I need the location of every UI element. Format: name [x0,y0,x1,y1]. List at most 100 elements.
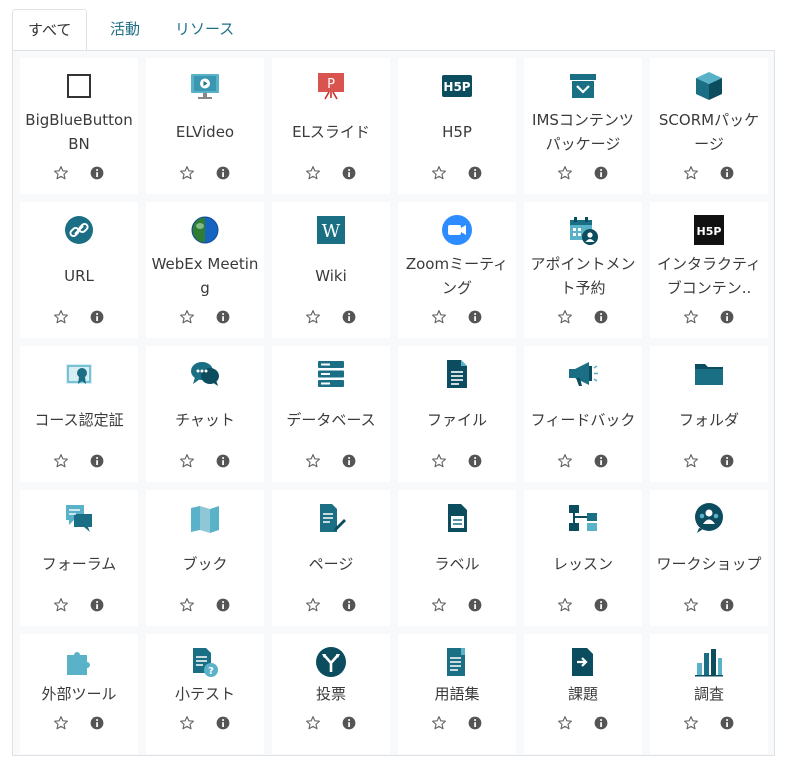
info-circle-icon[interactable] [718,452,736,470]
tab-resources[interactable]: リソース [160,9,249,50]
assignment-icon [524,646,642,678]
info-circle-icon[interactable] [466,164,484,182]
module-card[interactable]: フィードバック [524,346,642,482]
info-circle-icon[interactable] [592,308,610,326]
module-card[interactable]: ELVideo [146,58,264,194]
module-card[interactable]: 用語集 [398,634,516,754]
star-outline-icon[interactable] [682,164,700,182]
star-outline-icon[interactable] [304,308,322,326]
star-outline-icon[interactable] [556,308,574,326]
info-circle-icon[interactable] [340,596,358,614]
module-actions [398,596,516,616]
info-circle-icon[interactable] [592,452,610,470]
info-circle-icon[interactable] [592,164,610,182]
info-circle-icon[interactable] [718,164,736,182]
module-card[interactable]: データベース [272,346,390,482]
module-card[interactable]: 投票 [272,634,390,754]
star-outline-icon[interactable] [52,164,70,182]
info-circle-icon[interactable] [88,308,106,326]
module-card[interactable]: ファイル [398,346,516,482]
star-outline-icon[interactable] [430,714,448,732]
star-outline-icon[interactable] [52,452,70,470]
info-circle-icon[interactable] [466,452,484,470]
info-circle-icon[interactable] [592,596,610,614]
star-outline-icon[interactable] [178,452,196,470]
module-card[interactable]: Zoomミーティング [398,202,516,338]
info-circle-icon[interactable] [718,714,736,732]
module-card[interactable]: アポイントメント予約 [524,202,642,338]
star-outline-icon[interactable] [430,308,448,326]
module-card[interactable]: WebEx Meeting [146,202,264,338]
info-circle-icon[interactable] [718,308,736,326]
info-circle-icon[interactable] [466,596,484,614]
module-card[interactable]: チャット [146,346,264,482]
star-outline-icon[interactable] [178,164,196,182]
webex-icon [146,214,264,246]
module-card[interactable]: 外部ツール [20,634,138,754]
info-circle-icon[interactable] [88,164,106,182]
star-outline-icon[interactable] [682,714,700,732]
star-outline-icon[interactable] [304,714,322,732]
module-name: ELスライド [292,123,370,141]
info-circle-icon[interactable] [214,308,232,326]
module-card[interactable]: P ELスライド [272,58,390,194]
star-outline-icon[interactable] [178,596,196,614]
module-card[interactable]: コース認定証 [20,346,138,482]
star-outline-icon[interactable] [430,596,448,614]
star-outline-icon[interactable] [682,452,700,470]
module-card[interactable]: BigBlueButtonBN [20,58,138,194]
info-circle-icon[interactable] [340,308,358,326]
module-name: ラベル [434,555,480,573]
info-circle-icon[interactable] [340,714,358,732]
page-icon [272,502,390,534]
info-circle-icon[interactable] [466,714,484,732]
star-outline-icon[interactable] [430,452,448,470]
module-card[interactable]: URL [20,202,138,338]
module-card[interactable]: ラベル [398,490,516,626]
module-card[interactable]: レッスン [524,490,642,626]
info-circle-icon[interactable] [88,714,106,732]
star-outline-icon[interactable] [52,308,70,326]
info-circle-icon[interactable] [592,714,610,732]
module-card[interactable]: W Wiki [272,202,390,338]
star-outline-icon[interactable] [556,452,574,470]
info-circle-icon[interactable] [214,714,232,732]
star-outline-icon[interactable] [682,308,700,326]
module-card[interactable]: H5P H5P [398,58,516,194]
star-outline-icon[interactable] [178,308,196,326]
module-card[interactable]: SCORMパッケージ [650,58,768,194]
star-outline-icon[interactable] [682,596,700,614]
star-outline-icon[interactable] [304,452,322,470]
module-card[interactable]: H5P インタラクティブコンテン.. [650,202,768,338]
star-outline-icon[interactable] [556,164,574,182]
star-outline-icon[interactable] [178,714,196,732]
module-card[interactable]: ? 小テスト [146,634,264,754]
info-circle-icon[interactable] [718,596,736,614]
info-circle-icon[interactable] [88,452,106,470]
tab-activities[interactable]: 活動 [95,9,155,50]
star-outline-icon[interactable] [556,596,574,614]
module-card[interactable]: フォーラム [20,490,138,626]
star-outline-icon[interactable] [304,596,322,614]
info-circle-icon[interactable] [466,308,484,326]
module-card[interactable]: ページ [272,490,390,626]
module-card[interactable]: 課題 [524,634,642,754]
star-outline-icon[interactable] [304,164,322,182]
module-card[interactable]: 調査 [650,634,768,754]
module-card[interactable]: IMSコンテンツパッケージ [524,58,642,194]
star-outline-icon[interactable] [430,164,448,182]
module-card[interactable]: フォルダ [650,346,768,482]
info-circle-icon[interactable] [214,452,232,470]
star-outline-icon[interactable] [52,596,70,614]
info-circle-icon[interactable] [214,596,232,614]
info-circle-icon[interactable] [340,164,358,182]
star-outline-icon[interactable] [52,714,70,732]
info-circle-icon[interactable] [88,596,106,614]
info-circle-icon[interactable] [214,164,232,182]
info-circle-icon[interactable] [340,452,358,470]
star-outline-icon[interactable] [556,714,574,732]
module-name: 外部ツール [41,685,117,703]
module-card[interactable]: ワークショップ [650,490,768,626]
tab-all[interactable]: すべて [12,9,88,51]
module-card[interactable]: ブック [146,490,264,626]
